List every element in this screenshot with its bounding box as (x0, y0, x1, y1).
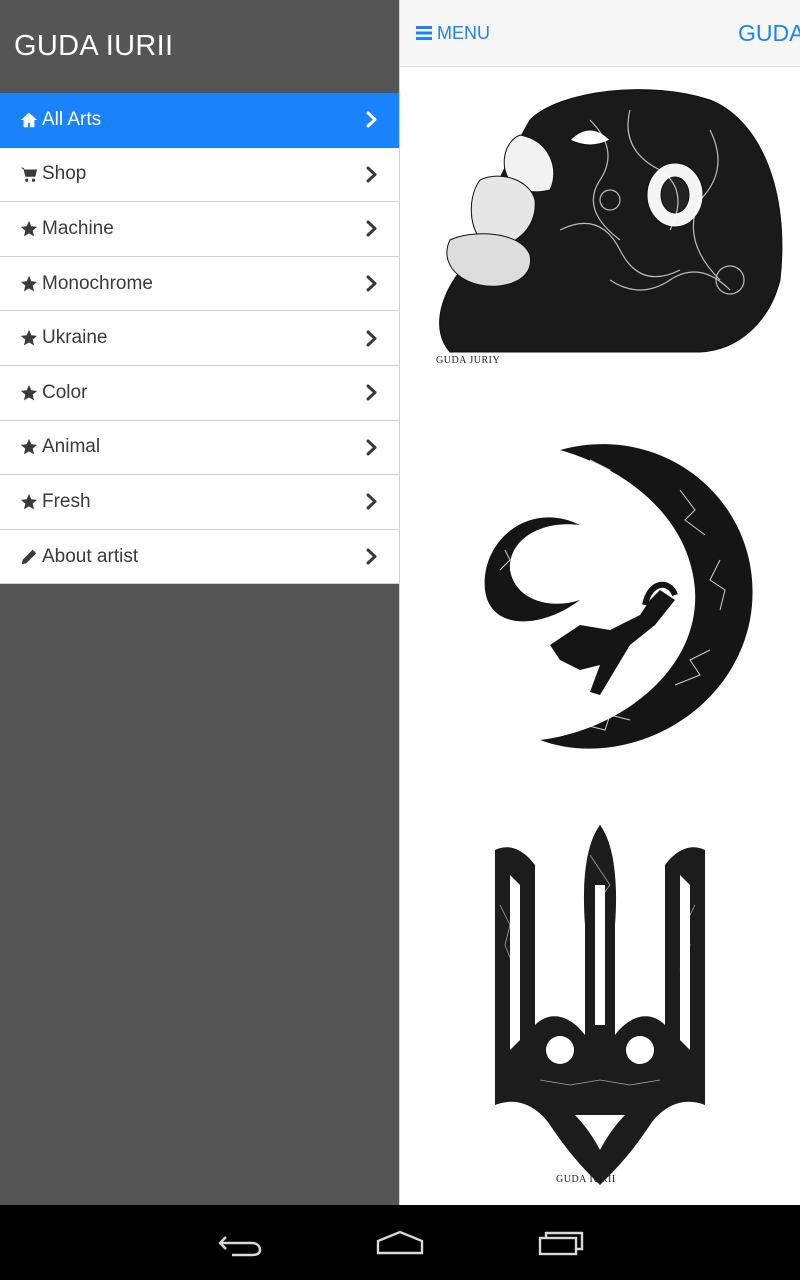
back-button[interactable] (216, 1223, 264, 1263)
main-content: MENU GUDA GUDA JURIY GUDA IURII (399, 0, 800, 1205)
navigation-drawer: GUDA IURII All Arts Shop Machine Monochr… (0, 0, 399, 1205)
star-icon (19, 275, 38, 293)
chevron-right-icon (365, 493, 379, 511)
menu-item-about-artist[interactable]: About artist (0, 529, 399, 585)
chevron-right-icon (365, 384, 379, 402)
menu-item-color[interactable]: Color (0, 365, 399, 421)
cart-icon (19, 165, 38, 183)
chevron-right-icon (365, 111, 379, 129)
menu-item-all-arts[interactable]: All Arts (0, 93, 399, 148)
menu-item-label: Machine (42, 217, 114, 239)
drawer-title: GUDA IURII (14, 30, 174, 62)
menu-item-label: All Arts (42, 108, 102, 130)
menu-item-ukraine[interactable]: Ukraine (0, 311, 399, 366)
menu-item-fresh[interactable]: Fresh (0, 475, 399, 530)
chevron-right-icon (365, 548, 379, 566)
star-icon (19, 220, 38, 238)
app-screen: GUDA IURII All Arts Shop Machine Monochr… (0, 0, 800, 1280)
menu-item-monochrome[interactable]: Monochrome (0, 256, 399, 312)
artwork-crescent-moon-fox[interactable] (400, 430, 800, 770)
chevron-right-icon (365, 438, 379, 456)
menu-item-label: Fresh (42, 490, 91, 512)
menu-button[interactable]: MENU (416, 23, 490, 44)
menu-item-label: Ukraine (42, 327, 108, 349)
back-icon (218, 1235, 262, 1256)
recent-apps-button[interactable] (536, 1223, 584, 1263)
artwork-trident[interactable]: GUDA IURII (400, 825, 800, 1190)
artwork-signature: GUDA JURIY (436, 355, 500, 366)
system-navigation-bar (0, 1205, 800, 1280)
category-menu: All Arts Shop Machine Monochrome Ukraine… (0, 93, 399, 585)
hamburger-icon (416, 26, 432, 40)
star-icon (19, 329, 38, 347)
drawer-header: GUDA IURII (0, 0, 399, 93)
top-bar: MENU GUDA (400, 0, 800, 67)
recent-apps-icon (538, 1231, 584, 1255)
home-button[interactable] (374, 1223, 426, 1263)
menu-item-machine[interactable]: Machine (0, 202, 399, 257)
artwork-signature: GUDA IURII (556, 1174, 616, 1185)
home-icon (376, 1230, 424, 1254)
menu-item-shop[interactable]: Shop (0, 147, 399, 203)
menu-item-animal[interactable]: Animal (0, 420, 399, 476)
star-icon (19, 384, 38, 402)
artwork-monkey[interactable]: GUDA JURIY (400, 80, 800, 370)
home-icon (19, 111, 38, 129)
chevron-right-icon (365, 275, 379, 293)
star-icon (19, 438, 38, 456)
menu-button-label: MENU (437, 22, 490, 43)
brand-title[interactable]: GUDA (738, 20, 800, 47)
chevron-right-icon (365, 329, 379, 347)
trident-artwork-image: GUDA IURII (495, 825, 705, 1185)
menu-item-label: Shop (42, 163, 87, 185)
chevron-right-icon (365, 165, 379, 183)
crescent-moon-fox-artwork-image (484, 444, 753, 749)
pencil-icon (19, 548, 38, 566)
chevron-right-icon (365, 220, 379, 238)
menu-item-label: About artist (42, 545, 139, 567)
menu-item-label: Color (42, 381, 88, 403)
menu-item-label: Monochrome (42, 272, 153, 294)
menu-item-label: Animal (42, 436, 101, 458)
monkey-artwork-image: GUDA JURIY (436, 89, 783, 366)
star-icon (19, 493, 38, 511)
